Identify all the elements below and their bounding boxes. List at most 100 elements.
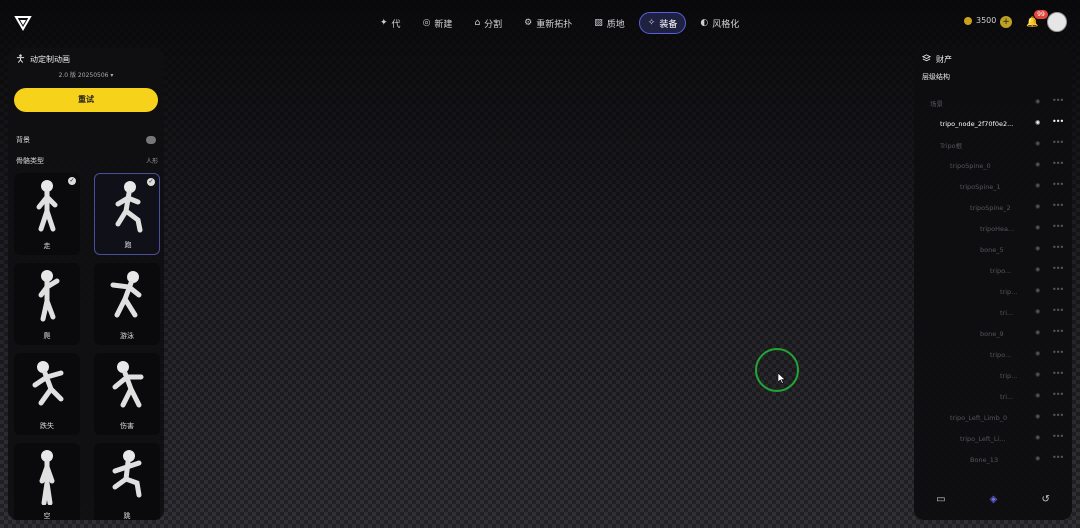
avatar[interactable] <box>1047 12 1067 32</box>
tree-node[interactable]: tripoSpine_1 ◉ ••• <box>914 176 1072 197</box>
nav-item-1[interactable]: ◎ 新建 <box>415 12 461 34</box>
eye-icon[interactable]: ◉ <box>1035 371 1040 378</box>
eye-icon[interactable]: ◉ <box>1035 182 1040 189</box>
version-select[interactable]: 2.0 版 20250506 ▾ <box>8 70 164 79</box>
tree-node[interactable]: Tripo根 ◉ ••• <box>914 134 1072 155</box>
animation-card[interactable]: 跌失 <box>14 353 80 435</box>
animation-card[interactable]: 游泳 <box>94 263 160 345</box>
tree-node[interactable]: tri... ◉ ••• <box>914 386 1072 407</box>
more-options-icon[interactable]: ••• <box>1052 390 1064 399</box>
more-options-icon[interactable]: ••• <box>1052 327 1064 336</box>
skeleton-type-row: 骨骼类型 人形 <box>16 156 158 166</box>
eye-icon[interactable]: ◉ <box>1035 287 1040 294</box>
layers-tab-icon[interactable]: ◈ <box>990 494 998 505</box>
eye-icon[interactable]: ◉ <box>1035 224 1040 231</box>
layers-icon <box>921 54 932 65</box>
eye-icon[interactable]: ◉ <box>1035 308 1040 315</box>
retry-button[interactable]: 重试 <box>14 88 158 112</box>
nav-item-0[interactable]: ✦ 代 <box>372 12 409 34</box>
skeleton-type-select[interactable]: 人形 <box>146 156 158 166</box>
animation-card[interactable]: 跳 <box>94 443 160 520</box>
eye-icon[interactable]: ◉ <box>1035 392 1040 399</box>
eye-icon[interactable]: ◉ <box>1035 98 1040 105</box>
animation-card[interactable]: 爬 <box>14 263 80 345</box>
tree-node[interactable]: tripo... ◉ ••• <box>914 260 1072 281</box>
eye-icon[interactable]: ◉ <box>1035 350 1040 357</box>
eye-icon[interactable]: ◉ <box>1035 203 1040 210</box>
animation-card[interactable]: ✓ 走 <box>14 173 80 255</box>
tree-node[interactable]: tripo... ◉ ••• <box>914 344 1072 365</box>
animation-card[interactable]: 伤害 <box>94 353 160 435</box>
tree-node-label: trip... <box>1000 287 1018 296</box>
cursor-highlight <box>755 348 799 392</box>
add-credits-button[interactable]: + <box>1000 16 1012 28</box>
tree-node-label: Tripo根 <box>940 141 963 150</box>
main-nav: ✦ 代 ◎ 新建 ⌂ 分割 ⚙ 重新拓扑 ▨ 质地 ✧ 装备 ◐ 风格化 <box>372 12 747 34</box>
animation-label: 空 <box>43 512 51 520</box>
tree-node[interactable]: bone_9 ◉ ••• <box>914 323 1072 344</box>
eye-icon[interactable]: ◉ <box>1035 329 1040 336</box>
nav-icon: ◎ <box>422 18 431 28</box>
more-options-icon[interactable]: ••• <box>1052 159 1064 168</box>
tree-node[interactable]: tripo_Left_Limb_0 ◉ ••• <box>914 407 1072 428</box>
background-toggle[interactable] <box>146 136 156 144</box>
more-options-icon[interactable]: ••• <box>1052 285 1064 294</box>
tree-node[interactable]: Bone_13 ◉ ••• <box>914 449 1072 470</box>
credits-value: 3500 <box>976 16 997 25</box>
archive-icon[interactable]: ▭ <box>936 494 945 505</box>
eye-icon[interactable]: ◉ <box>1035 119 1040 126</box>
more-options-icon[interactable]: ••• <box>1052 453 1064 462</box>
animation-label: 游泳 <box>120 332 134 340</box>
eye-icon[interactable]: ◉ <box>1035 434 1040 441</box>
more-options-icon[interactable]: ••• <box>1052 180 1064 189</box>
tree-node[interactable]: tripo_node_2f70f0e2... ◉ ••• <box>914 113 1072 134</box>
tree-node[interactable]: tripoSpine_0 ◉ ••• <box>914 155 1072 176</box>
nav-icon: ◐ <box>700 18 709 28</box>
tree-node[interactable]: tripo_Left_Li... ◉ ••• <box>914 428 1072 449</box>
eye-icon[interactable]: ◉ <box>1035 266 1040 273</box>
more-options-icon[interactable]: ••• <box>1052 138 1064 147</box>
more-options-icon[interactable]: ••• <box>1052 201 1064 210</box>
more-options-icon[interactable]: ••• <box>1052 411 1064 420</box>
tree-node[interactable]: 场景 ◉ ••• <box>914 92 1072 113</box>
more-options-icon[interactable]: ••• <box>1052 348 1064 357</box>
history-icon[interactable]: ↺ <box>1042 494 1050 505</box>
tree-node-label: bone_9 <box>980 329 1004 338</box>
nav-label: 重新拓扑 <box>536 19 573 30</box>
nav-item-6[interactable]: ◐ 风格化 <box>692 12 747 34</box>
more-options-icon[interactable]: ••• <box>1052 222 1064 231</box>
tree-node-label: tripoSpine_2 <box>970 203 1011 212</box>
eye-icon[interactable]: ◉ <box>1035 413 1040 420</box>
nav-icon: ⚙ <box>524 18 533 28</box>
nav-item-3[interactable]: ⚙ 重新拓扑 <box>516 12 580 34</box>
more-options-icon[interactable]: ••• <box>1052 117 1064 126</box>
nav-item-2[interactable]: ⌂ 分割 <box>466 12 510 34</box>
tree-node[interactable]: trip... ◉ ••• <box>914 365 1072 386</box>
eye-icon[interactable]: ◉ <box>1035 455 1040 462</box>
coin-icon <box>964 16 972 25</box>
animation-card[interactable]: 空 <box>14 443 80 520</box>
more-options-icon[interactable]: ••• <box>1052 432 1064 441</box>
eye-icon[interactable]: ◉ <box>1035 161 1040 168</box>
eye-icon[interactable]: ◉ <box>1035 245 1040 252</box>
tree-node[interactable]: tri... ◉ ••• <box>914 302 1072 323</box>
animation-label: 爬 <box>43 332 51 340</box>
eye-icon[interactable]: ◉ <box>1035 140 1040 147</box>
character-preview <box>109 359 145 415</box>
tree-node[interactable]: tripoSpine_2 ◉ ••• <box>914 197 1072 218</box>
nav-item-5[interactable]: ✧ 装备 <box>638 12 687 34</box>
more-options-icon[interactable]: ••• <box>1052 96 1064 105</box>
more-options-icon[interactable]: ••• <box>1052 264 1064 273</box>
tree-node[interactable]: bone_5 ◉ ••• <box>914 239 1072 260</box>
more-options-icon[interactable]: ••• <box>1052 369 1064 378</box>
character-preview <box>109 449 145 505</box>
check-icon: ✓ <box>147 178 155 186</box>
tree-node[interactable]: trip... ◉ ••• <box>914 281 1072 302</box>
logo-icon[interactable] <box>14 14 32 32</box>
more-options-icon[interactable]: ••• <box>1052 243 1064 252</box>
tree-node[interactable]: tripoHea... ◉ ••• <box>914 218 1072 239</box>
nav-item-4[interactable]: ▨ 质地 <box>586 12 633 34</box>
animation-card[interactable]: ✓ 跑 <box>94 173 160 255</box>
nav-icon: ✦ <box>380 18 388 28</box>
more-options-icon[interactable]: ••• <box>1052 306 1064 315</box>
